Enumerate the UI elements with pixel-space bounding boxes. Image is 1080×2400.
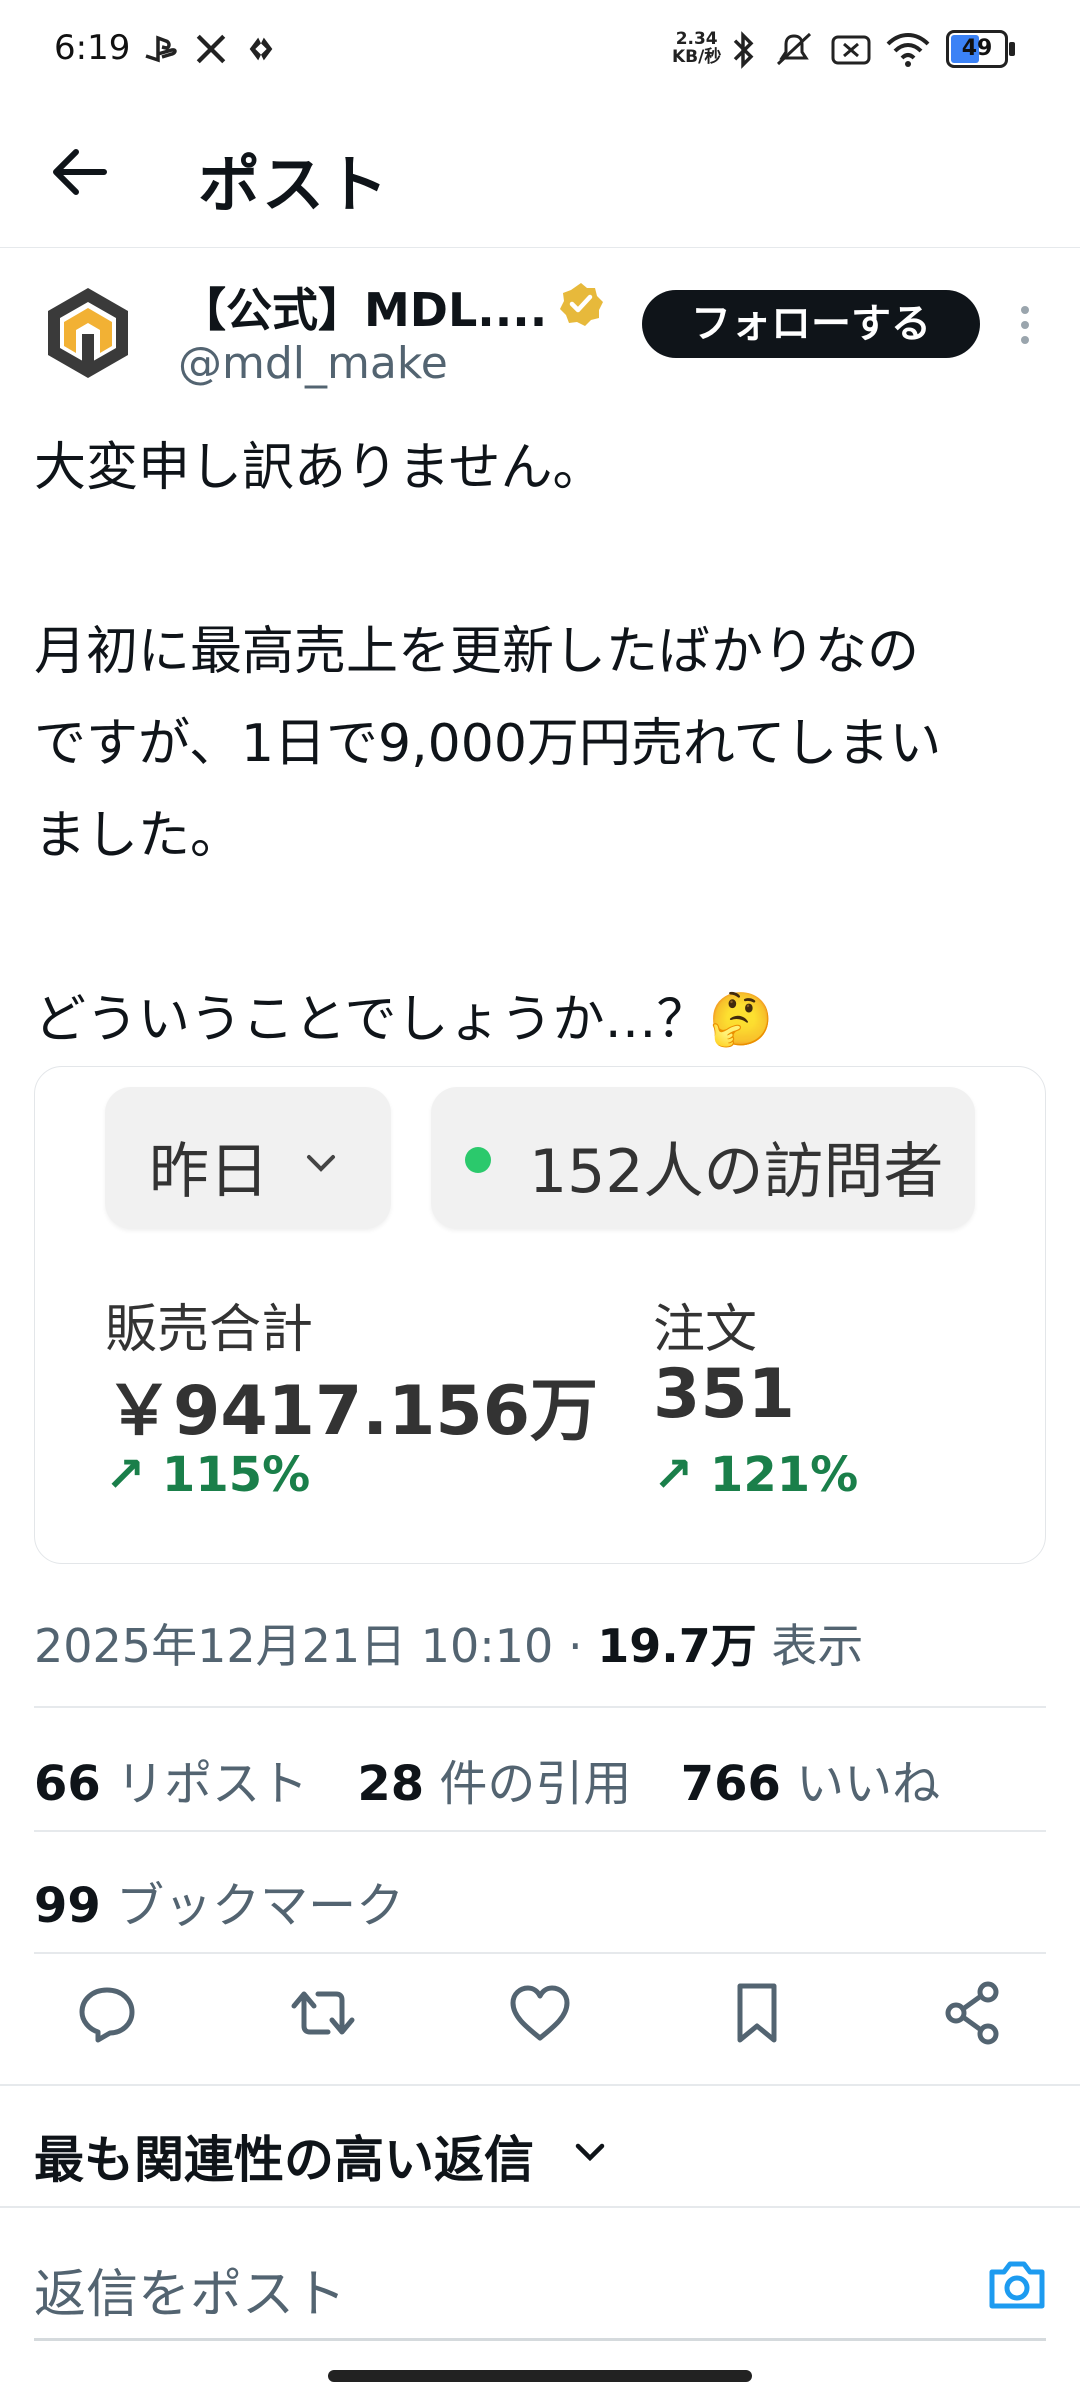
share-icon[interactable] — [938, 1978, 1008, 2048]
orders-change: ↗ 121% — [653, 1447, 859, 1503]
author-name[interactable]: 【公式】MDL.... — [180, 274, 547, 340]
post-line — [34, 514, 1044, 606]
divider — [0, 2206, 1080, 2208]
app-icon — [249, 37, 273, 61]
reply-input[interactable]: 返信をポスト — [34, 2252, 346, 2327]
post-line: ですが、1日で9,000万円売れてしまい — [34, 714, 942, 774]
online-dot-icon — [465, 1147, 491, 1173]
post-date: 2025年12月21日 10:10 — [34, 1619, 554, 1673]
sales-value: ￥9417.156万 — [105, 1372, 599, 1451]
sales-change: ↗ 115% — [105, 1447, 311, 1503]
visitors-pill: 152人の訪問者 — [431, 1087, 975, 1229]
verified-badge-icon — [560, 283, 603, 326]
views-label: 表示 — [771, 1619, 864, 1673]
quotes-stat[interactable]: 28 件の引用 — [357, 1756, 631, 1812]
period-label: 昨日 — [149, 1137, 269, 1207]
divider — [0, 2084, 1080, 2086]
post-line — [34, 882, 1044, 974]
chevron-down-icon[interactable] — [572, 2138, 608, 2168]
page-title: ポスト — [198, 148, 391, 221]
home-indicator[interactable] — [328, 2370, 752, 2382]
network-speed: 2.34 KB/秒 — [672, 29, 722, 67]
likes-stat[interactable]: 766 いいね — [681, 1756, 940, 1812]
post-line: ました。 — [34, 806, 243, 866]
like-icon[interactable] — [505, 1978, 575, 2048]
post-line: 月初に最高売上を更新したばかりなの — [34, 622, 920, 682]
sim-icon — [831, 35, 871, 65]
period-selector: 昨日 — [105, 1087, 391, 1229]
follow-button[interactable]: フォローする — [642, 290, 980, 358]
orders-label: 注文 — [653, 1300, 758, 1360]
more-options-icon[interactable] — [1010, 300, 1040, 350]
top-bar: ポスト — [0, 100, 1080, 248]
sales-label: 販売合計 — [105, 1300, 314, 1360]
post-text: 大変申し訳ありません。 月初に最高売上を更新したばかりなの ですが、1日で9,0… — [34, 422, 1044, 1066]
reply-icon[interactable] — [72, 1978, 142, 2048]
back-button[interactable] — [38, 130, 122, 214]
battery-icon: 49 — [946, 30, 1015, 68]
wifi-icon — [886, 33, 930, 67]
post-line: どういうことでしょうか…？🤔 — [34, 990, 774, 1050]
reply-sort-selector[interactable]: 最も関連性の高い返信 — [34, 2120, 534, 2192]
battery-level: 49 — [961, 36, 993, 61]
engagement-stats: 66 リポスト 28 件の引用 766 いいね — [34, 1744, 974, 1814]
repost-icon[interactable] — [288, 1978, 358, 2048]
playstation-icon — [145, 35, 177, 63]
reply-input-underline — [34, 2338, 1046, 2341]
visitors-label: 152人の訪問者 — [529, 1137, 944, 1207]
bookmarks-stat[interactable]: 99 ブックマーク — [34, 1866, 404, 1936]
bookmark-icon[interactable] — [722, 1978, 792, 2048]
media-card[interactable]: 昨日 152人の訪問者 販売合計 ￥9417.156万 ↗ 115% 注文 35… — [34, 1066, 1046, 1564]
post-meta: 2025年12月21日 10:10 · 19.7万 表示 — [34, 1619, 864, 1673]
post-line: 大変申し訳ありません。 — [34, 438, 605, 498]
author-handle[interactable]: @mdl_make — [178, 338, 448, 389]
divider — [34, 1830, 1046, 1832]
status-time: 6:19 — [54, 28, 131, 68]
divider — [34, 1952, 1046, 1954]
avatar[interactable] — [34, 278, 142, 386]
divider — [34, 1706, 1046, 1708]
x-icon — [196, 34, 226, 64]
mute-icon — [776, 32, 812, 66]
views-count: 19.7万 — [597, 1619, 757, 1673]
orders-value: 351 — [653, 1355, 795, 1434]
reposts-stat[interactable]: 66 リポスト — [34, 1756, 308, 1812]
status-bar: 6:19 2.34 KB/秒 49 — [0, 0, 1080, 100]
chevron-down-icon — [307, 1155, 335, 1172]
camera-icon[interactable] — [984, 2252, 1050, 2318]
bluetooth-icon — [733, 31, 754, 69]
